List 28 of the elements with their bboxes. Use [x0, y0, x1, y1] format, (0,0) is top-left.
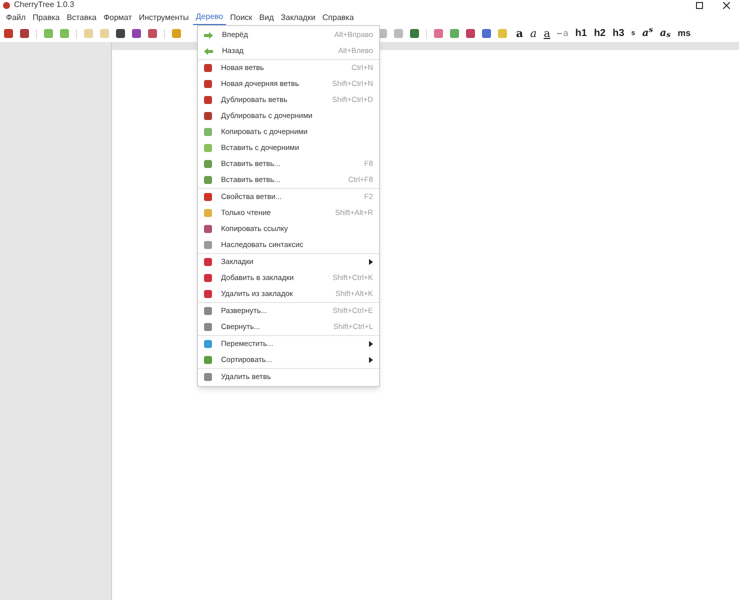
format-button[interactable]: ms	[676, 29, 693, 38]
menu-item[interactable]: Файл	[3, 10, 29, 25]
format-button[interactable]: a	[542, 28, 552, 39]
submenu-arrow-icon	[369, 259, 373, 265]
menu-item[interactable]: Справка	[319, 10, 357, 25]
app-icon	[3, 2, 10, 8]
format-button[interactable]: h2	[592, 28, 608, 38]
format-button[interactable]: a$^{s}$	[640, 28, 655, 38]
format-button[interactable]: a	[555, 29, 570, 38]
menu-item[interactable]: Правка	[30, 10, 63, 25]
menu-item[interactable]: Вид	[256, 10, 277, 25]
window-title: CherryTree 1.0.3	[14, 1, 76, 9]
format-button[interactable]: a	[514, 28, 526, 39]
menu-item[interactable]: Поиск	[227, 10, 256, 25]
format-button[interactable]: h3	[610, 28, 626, 38]
format-button[interactable]: a$_{s}$	[658, 28, 673, 38]
item-icon	[204, 373, 212, 381]
menu-item[interactable]: Вставка	[64, 10, 100, 25]
submenu-arrow-icon	[369, 341, 373, 347]
menu-item[interactable]: Инструменты	[136, 10, 192, 25]
menu-item[interactable]: Формат	[100, 10, 135, 25]
menu-item[interactable]: Закладки	[278, 10, 318, 25]
submenu-arrow-icon	[369, 357, 373, 363]
strikethrough-icon	[557, 32, 562, 35]
format-button[interactable]: h1	[573, 28, 589, 38]
close-icon[interactable]	[723, 2, 730, 8]
format-button[interactable]: a	[528, 28, 539, 39]
maximize-icon[interactable]	[696, 2, 703, 8]
